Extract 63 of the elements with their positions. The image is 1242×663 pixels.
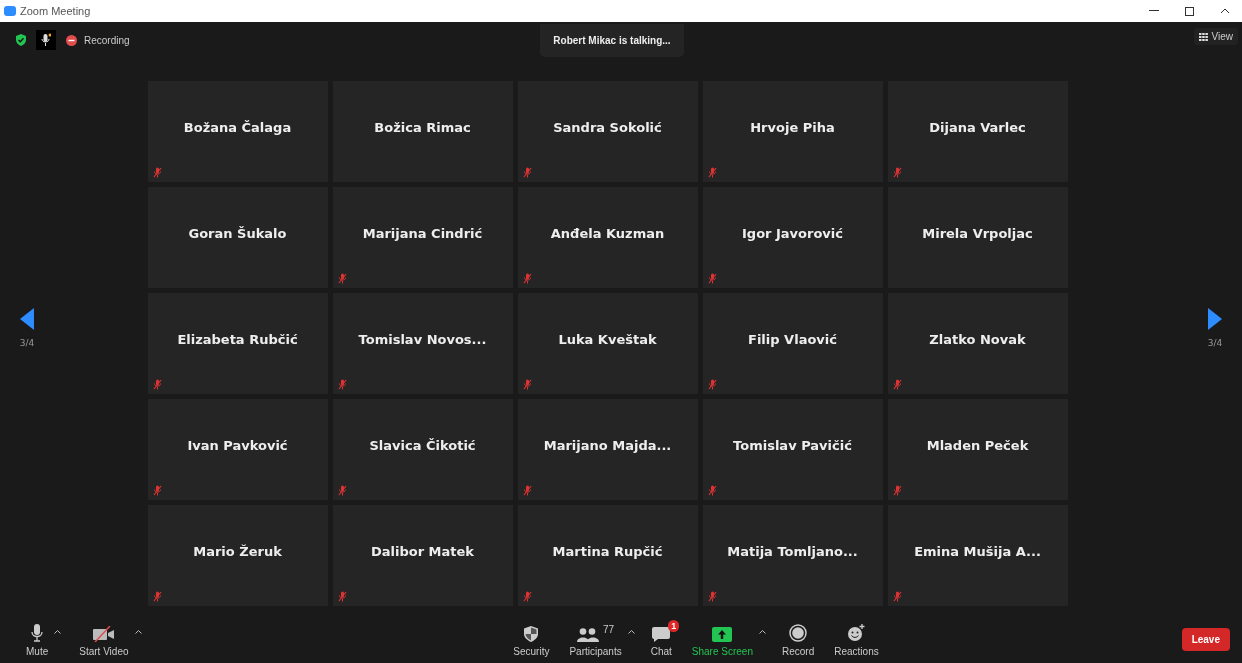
participant-name: Luka Kveštak	[558, 332, 657, 347]
participant-name: Mladen Peček	[926, 438, 1029, 453]
caret-icon[interactable]	[627, 629, 635, 634]
previous-page-icon[interactable]	[20, 308, 34, 330]
caret-icon[interactable]	[134, 629, 142, 634]
page-indicator: 3/4	[19, 338, 35, 348]
notification-badge: 1	[668, 619, 680, 632]
participant-count: 77	[603, 623, 615, 635]
participant-name: Goran Šukalo	[188, 226, 287, 241]
security-button[interactable]: Security	[509, 621, 554, 657]
participant-name: Mario Žeruk	[193, 544, 282, 559]
next-page-icon[interactable]	[1208, 308, 1222, 330]
caret-icon[interactable]	[758, 629, 766, 634]
leave-button[interactable]: Leave	[1181, 627, 1230, 651]
participant-name: Dijana Varlec	[929, 120, 1026, 135]
mute-button[interactable]: Mute	[22, 621, 53, 657]
smiley-icon	[847, 623, 866, 642]
shield-icon	[524, 625, 539, 642]
participant-name: Anđela Kuzman	[550, 226, 665, 241]
participant-name: Slavica Čikotić	[369, 438, 476, 453]
recording-icon	[66, 34, 77, 46]
shield-icon[interactable]	[16, 34, 26, 46]
participant-name: Dalibor Matek	[370, 544, 474, 559]
participant-name: Ivan Pavković	[187, 438, 288, 453]
participant-name: Marijano Majda...	[543, 438, 672, 453]
arrow-up-icon	[712, 626, 733, 642]
minimize-icon[interactable]	[1149, 10, 1159, 12]
grid-icon	[1199, 32, 1209, 41]
participant-name: Zlatko Novak	[929, 332, 1026, 347]
participant-name: Martina Rupčić	[552, 544, 663, 559]
page-indicator: 3/4	[1207, 338, 1223, 348]
participant-name: Elizabeta Rubčić	[177, 332, 298, 347]
video-off-icon	[92, 625, 115, 642]
participant-name: Igor Javorović	[742, 226, 843, 241]
window-title: Zoom Meeting	[20, 5, 91, 17]
microphone-icon	[31, 623, 44, 642]
start-video-button[interactable]: Start Video	[75, 621, 133, 657]
participant-name: Tomislav Pavičić	[733, 438, 852, 453]
share-screen-button[interactable]: Share Screen	[687, 621, 757, 657]
app-icon	[4, 6, 16, 16]
restore-icon[interactable]	[1185, 6, 1194, 16]
participants-button[interactable]: 77 Participants	[565, 621, 626, 657]
participant-name: Emina Mušija A...	[914, 544, 1041, 559]
participant-name: Hrvoje Piha	[750, 120, 835, 135]
participant-name: Mirela Vrpoljac	[922, 226, 1033, 241]
participant-name: Tomislav Novos...	[358, 332, 487, 347]
participant-name: Sandra Sokolić	[553, 120, 662, 135]
participant-name: Božica Rimac	[374, 120, 471, 135]
caret-icon[interactable]	[54, 629, 62, 634]
people-icon	[577, 627, 599, 642]
record-button[interactable]: Record	[777, 621, 819, 657]
view-button[interactable]: View	[1194, 28, 1238, 45]
circle-icon	[789, 623, 808, 642]
chevron-icon[interactable]	[1220, 8, 1230, 14]
talking-indicator: Robert Mikac is talking...	[540, 24, 684, 57]
microphone-icon[interactable]	[36, 30, 56, 50]
participant-name: Marijana Cindrić	[362, 226, 483, 241]
participant-name: Božana Čalaga	[183, 120, 292, 135]
recording-label: Recording	[84, 34, 130, 46]
participant-name: Matija Tomljano...	[727, 544, 858, 559]
reactions-button[interactable]: Reactions	[830, 621, 883, 657]
speech-bubble-icon	[652, 626, 671, 642]
participant-name: Filip Vlaović	[748, 332, 837, 347]
